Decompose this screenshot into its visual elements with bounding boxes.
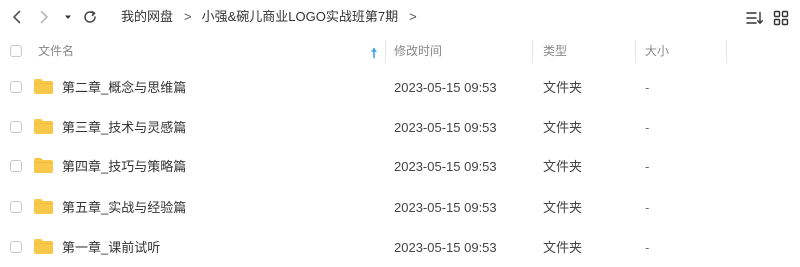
- folder-icon: [33, 118, 54, 135]
- file-type: 文件夹: [543, 80, 583, 95]
- file-type: 文件夹: [543, 159, 583, 174]
- row-checkbox[interactable]: [10, 201, 22, 213]
- file-modified: 2023-05-15 09:53: [394, 240, 497, 255]
- table-row[interactable]: 第三章_技术与灵感篇 2023-05-15 09:53 文件夹 -: [0, 108, 800, 147]
- breadcrumb: 我的网盘 > 小强&碗儿商业LOGO实战班第7期 >: [121, 9, 427, 25]
- chevron-right-icon[interactable]: [36, 9, 52, 25]
- file-type: 文件夹: [543, 200, 583, 215]
- row-checkbox[interactable]: [10, 81, 22, 93]
- folder-icon: [33, 198, 54, 215]
- breadcrumb-root[interactable]: 我的网盘: [121, 9, 173, 24]
- file-size: -: [645, 120, 650, 135]
- file-name[interactable]: 第四章_技巧与策略篇: [62, 147, 186, 186]
- table-row[interactable]: 第四章_技巧与策略篇 2023-05-15 09:53 文件夹 -: [0, 147, 800, 186]
- row-checkbox[interactable]: [10, 121, 22, 133]
- grid-view-icon[interactable]: [773, 10, 789, 26]
- column-header-size[interactable]: 大小: [645, 37, 669, 66]
- row-checkbox[interactable]: [10, 160, 22, 172]
- folder-icon: [33, 238, 54, 255]
- breadcrumb-current[interactable]: 小强&碗儿商业LOGO实战班第7期: [202, 9, 398, 24]
- row-checkbox[interactable]: [10, 241, 22, 253]
- column-divider[interactable]: [385, 40, 386, 63]
- folder-icon: [33, 157, 54, 174]
- folder-icon: [33, 78, 54, 95]
- file-name[interactable]: 第一章_课前试听: [62, 228, 160, 267]
- file-type: 文件夹: [543, 120, 583, 135]
- select-all-checkbox[interactable]: [10, 45, 22, 57]
- table-row[interactable]: 第一章_课前试听 2023-05-15 09:53 文件夹 -: [0, 228, 800, 267]
- file-size: -: [645, 240, 650, 255]
- breadcrumb-separator: >: [184, 9, 192, 24]
- sort-ascending-icon[interactable]: [369, 46, 379, 59]
- caret-down-icon[interactable]: [63, 9, 73, 25]
- toolbar: 我的网盘 > 小强&碗儿商业LOGO实战班第7期 >: [0, 0, 800, 34]
- breadcrumb-separator: >: [409, 9, 417, 24]
- sort-list-icon[interactable]: [746, 10, 763, 26]
- file-size: -: [645, 159, 650, 174]
- column-divider[interactable]: [532, 40, 533, 63]
- column-header-name[interactable]: 文件名: [38, 37, 74, 66]
- chevron-left-icon[interactable]: [9, 9, 25, 25]
- refresh-icon[interactable]: [82, 9, 98, 25]
- file-name[interactable]: 第三章_技术与灵感篇: [62, 108, 186, 147]
- file-modified: 2023-05-15 09:53: [394, 120, 497, 135]
- file-modified: 2023-05-15 09:53: [394, 159, 497, 174]
- file-name[interactable]: 第五章_实战与经验篇: [62, 188, 186, 227]
- table-row[interactable]: 第二章_概念与思维篇 2023-05-15 09:53 文件夹 -: [0, 68, 800, 107]
- table-row[interactable]: 第五章_实战与经验篇 2023-05-15 09:53 文件夹 -: [0, 188, 800, 227]
- column-header-modified[interactable]: 修改时间: [394, 37, 442, 66]
- column-divider[interactable]: [635, 40, 636, 63]
- file-type: 文件夹: [543, 240, 583, 255]
- file-modified: 2023-05-15 09:53: [394, 80, 497, 95]
- file-modified: 2023-05-15 09:53: [394, 200, 497, 215]
- table-header: 文件名 修改时间 类型 大小: [0, 37, 800, 66]
- file-size: -: [645, 200, 650, 215]
- column-header-type[interactable]: 类型: [543, 37, 567, 66]
- file-size: -: [645, 80, 650, 95]
- column-divider[interactable]: [726, 40, 727, 63]
- file-name[interactable]: 第二章_概念与思维篇: [62, 68, 186, 107]
